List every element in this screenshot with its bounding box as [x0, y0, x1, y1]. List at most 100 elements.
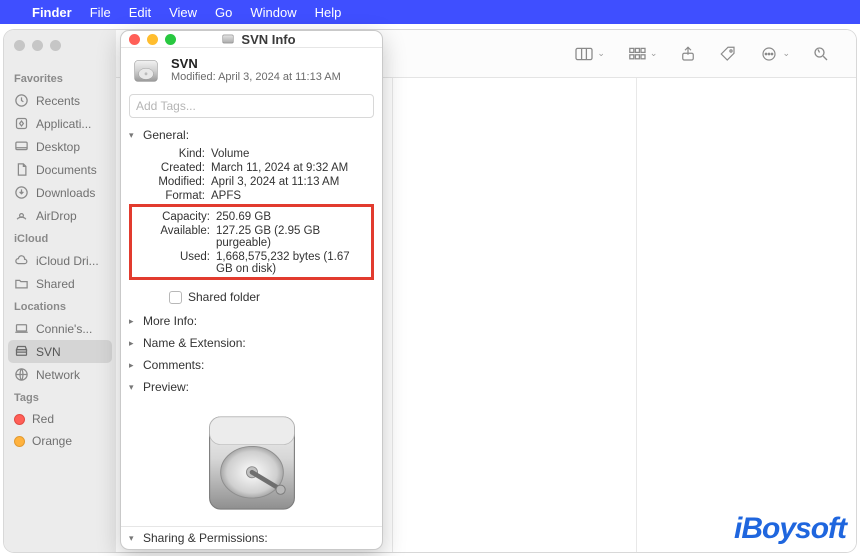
disk-icon [221, 32, 235, 46]
sidebar-item-connies[interactable]: Connie's... [4, 317, 116, 340]
zoom-icon[interactable] [50, 40, 61, 51]
app-icon [14, 116, 29, 131]
info-window-title: SVN Info [183, 32, 334, 47]
sidebar-item-label: Applicati... [36, 117, 91, 131]
highlight-box: Capacity:250.69 GB Available:127.25 GB (… [129, 204, 374, 280]
sidebar-item-shared[interactable]: Shared [4, 272, 116, 295]
section-label: Name & Extension: [143, 336, 246, 350]
disclosure-right-icon: ▸ [129, 338, 139, 349]
tags-placeholder: Add Tags... [136, 99, 196, 113]
section-name-extension[interactable]: ▸ Name & Extension: [121, 332, 382, 354]
menu-file[interactable]: File [90, 5, 111, 20]
sidebar-item-documents[interactable]: Documents [4, 158, 116, 181]
section-sharing[interactable]: ▾Sharing & Permissions: [121, 526, 382, 549]
search-button[interactable] [812, 45, 830, 63]
zoom-icon[interactable] [165, 34, 176, 45]
tag-orange-icon [14, 436, 25, 447]
sidebar-header-favorites: Favorites [4, 67, 116, 89]
menubar: Finder File Edit View Go Window Help [0, 0, 860, 24]
section-label: Comments: [143, 358, 204, 372]
sidebar-item-network[interactable]: Network [4, 363, 116, 386]
document-icon [14, 162, 29, 177]
sidebar-header-icloud: iCloud [4, 227, 116, 249]
sidebar-item-label: Downloads [36, 186, 95, 200]
airdrop-icon [14, 208, 29, 223]
sidebar-item-recents[interactable]: Recents [4, 89, 116, 112]
close-icon[interactable] [14, 40, 25, 51]
kv-value: Volume [211, 148, 378, 160]
kv-key: Available: [150, 225, 210, 249]
sidebar-item-label: Orange [32, 434, 72, 448]
sidebar-item-label: Shared [36, 277, 75, 291]
disclosure-down-icon: ▾ [129, 382, 139, 393]
section-general[interactable]: ▾General: [121, 124, 382, 146]
menu-go[interactable]: Go [215, 5, 232, 20]
sidebar-item-desktop[interactable]: Desktop [4, 135, 116, 158]
tags-button[interactable] [719, 45, 737, 63]
tag-red-icon [14, 414, 25, 425]
sidebar-header-tags: Tags [4, 386, 116, 408]
add-tags-field[interactable]: Add Tags... [129, 94, 374, 118]
disclosure-down-icon: ▾ [129, 130, 139, 141]
laptop-icon [14, 321, 29, 336]
disclosure-right-icon: ▸ [129, 316, 139, 327]
volume-preview-icon [188, 404, 316, 522]
view-columns-button[interactable]: ⌄ [574, 46, 605, 62]
download-icon [14, 185, 29, 200]
shared-folder-row[interactable]: Shared folder [121, 284, 382, 310]
menubar-app[interactable]: Finder [32, 5, 72, 20]
sidebar-item-airdrop[interactable]: AirDrop [4, 204, 116, 227]
section-label: Sharing & Permissions: [143, 531, 268, 545]
info-header: SVN Modified: April 3, 2024 at 11:13 AM [121, 48, 382, 92]
clock-icon [14, 93, 29, 108]
minimize-icon[interactable] [32, 40, 43, 51]
sidebar-item-label: Desktop [36, 140, 80, 154]
section-comments[interactable]: ▸Comments: [121, 354, 382, 376]
menu-help[interactable]: Help [315, 5, 342, 20]
sidebar-item-label: Documents [36, 163, 97, 177]
sidebar-item-applications[interactable]: Applicati... [4, 112, 116, 135]
sidebar-header-locations: Locations [4, 295, 116, 317]
general-rows-top: Kind: Volume Created: March 11, 2024 at 9:… [121, 146, 382, 202]
close-icon[interactable] [129, 34, 140, 45]
kv-key: Kind: [139, 148, 205, 160]
kv-key: Capacity: [150, 211, 210, 223]
sidebar-item-label: Red [32, 412, 54, 426]
sidebar-item-label: AirDrop [36, 209, 77, 223]
menu-edit[interactable]: Edit [129, 5, 151, 20]
chevron-down-icon: ⌄ [782, 48, 790, 59]
section-label: More Info: [143, 314, 197, 328]
get-info-window: SVN Info SVN Modified: April 3, 2024 at … [120, 30, 383, 550]
sidebar-tag-orange[interactable]: Orange [4, 430, 116, 452]
volume-name: SVN [171, 56, 341, 71]
info-titlebar: SVN Info [121, 31, 382, 48]
section-label: Preview: [143, 380, 189, 394]
sidebar-item-icloud-drive[interactable]: iCloud Dri... [4, 249, 116, 272]
watermark: iBoysoft [734, 512, 846, 546]
group-button[interactable]: ⌄ [627, 46, 658, 62]
sidebar-tag-red[interactable]: Red [4, 408, 116, 430]
sidebar-item-label: Connie's... [36, 322, 92, 336]
minimize-icon[interactable] [147, 34, 158, 45]
shared-folder-checkbox[interactable] [169, 291, 182, 304]
menu-window[interactable]: Window [250, 5, 296, 20]
sidebar-item-downloads[interactable]: Downloads [4, 181, 116, 204]
sidebar-item-label: Network [36, 368, 80, 382]
kv-key: Format: [139, 190, 205, 202]
section-preview[interactable]: ▾ Preview: [121, 376, 382, 398]
actions-button[interactable]: ⌄ [759, 45, 790, 63]
share-button[interactable] [679, 45, 697, 63]
kv-value: April 3, 2024 at 11:13 AM [211, 176, 378, 188]
sidebar-item-label: SVN [36, 345, 61, 359]
section-more-info[interactable]: ▸ More Info: [121, 310, 382, 332]
kv-key: Created: [139, 162, 205, 174]
finder-sidebar: Favorites Recents Applicati... Desktop D… [4, 30, 116, 552]
menu-view[interactable]: View [169, 5, 197, 20]
sidebar-item-svn[interactable]: SVN [8, 340, 112, 363]
kv-value: 250.69 GB [216, 211, 363, 223]
sidebar-item-label: iCloud Dri... [36, 254, 99, 268]
volume-disk-icon [131, 56, 161, 86]
kv-value: March 11, 2024 at 9:32 AM [211, 162, 378, 174]
cloud-icon [14, 253, 29, 268]
preview-area [121, 398, 382, 526]
